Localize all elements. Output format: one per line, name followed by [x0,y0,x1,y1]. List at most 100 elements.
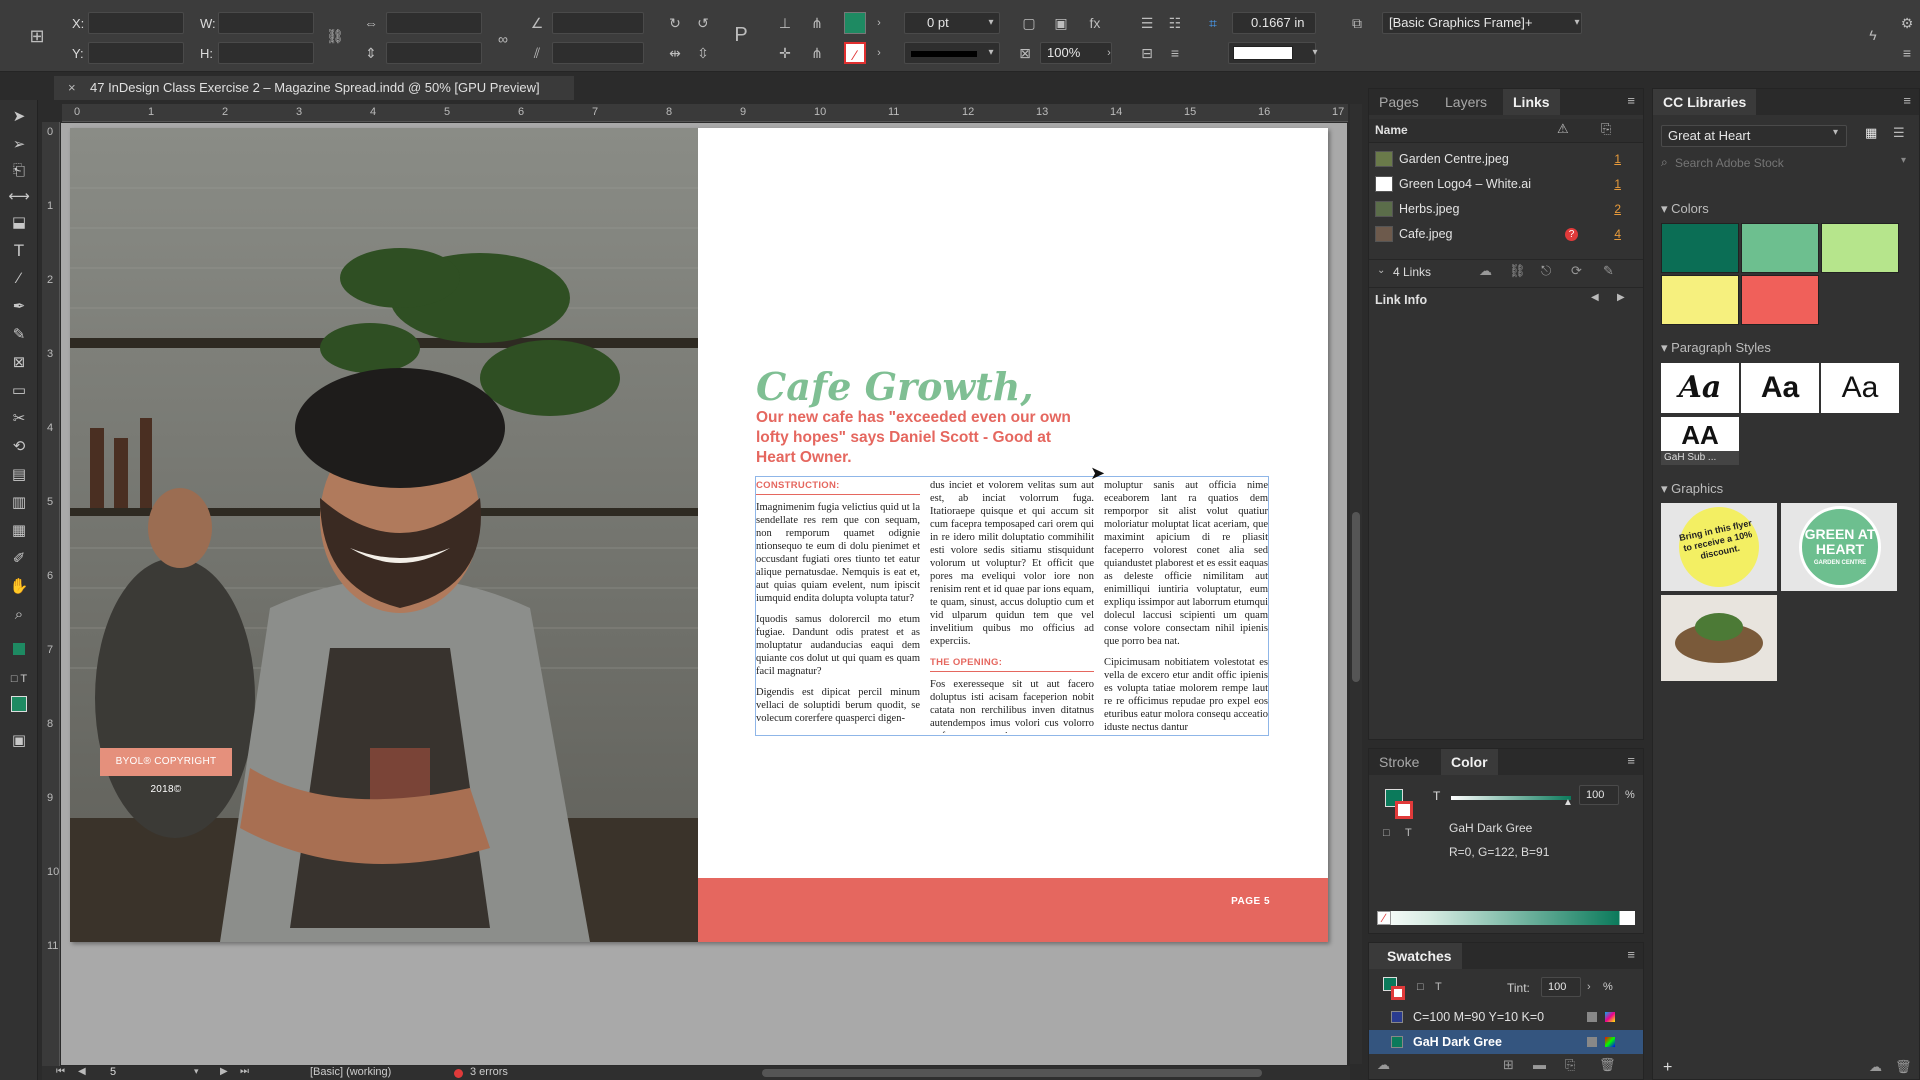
panel-menu-icon[interactable]: ≡ [1903,93,1911,108]
paragraph-styles-section-header[interactable]: ▾ Paragraph Styles [1661,340,1771,356]
previous-icon[interactable]: ◀ [1591,292,1599,303]
color-ramp[interactable]: ∕ [1377,911,1635,925]
rectangle-frame-tool-icon[interactable]: ⊠ [8,352,30,374]
container-icon[interactable]: □ [1417,981,1424,993]
body-column-2[interactable]: dus inciet et volorem velitas sum aut es… [930,479,1094,733]
chevron-right-icon[interactable]: › [868,12,890,34]
chevron-right-icon[interactable]: › [868,42,890,64]
page-column-icon[interactable]: ⎘ [1601,121,1611,137]
content-collector-icon[interactable]: ⬓ [8,212,30,234]
rotate-ccw-icon[interactable]: ↺ [692,12,714,34]
link-page[interactable]: 4 [1614,222,1621,246]
swatch-row-selected[interactable]: GaH Dark Gree [1369,1030,1643,1054]
link-page[interactable]: 1 [1614,147,1621,171]
tab-links[interactable]: Links [1503,89,1560,115]
paragraph-style-tile[interactable]: AA GaH Sub ... [1661,417,1739,465]
cloud-icon[interactable]: ☁ [1479,263,1492,279]
shear-field[interactable] [552,42,644,64]
close-icon[interactable]: × [68,76,76,100]
relink-icon[interactable]: ⛓ [1509,263,1526,279]
link-row[interactable]: Green Logo4 – White.ai 1 [1369,172,1643,196]
graphics-section-header[interactable]: ▾ Graphics [1661,481,1723,497]
list-view-icon[interactable]: ☰ [1893,125,1905,141]
pen-tool-icon[interactable]: ✒ [8,296,30,318]
trash-icon[interactable]: 🗑 [1895,1059,1912,1075]
screen-mode-icon[interactable]: ▣ [8,730,30,752]
offset-field[interactable]: 0.1667 in [1232,12,1316,34]
chevron-right-icon[interactable]: › [1587,981,1591,993]
update-link-icon[interactable]: ⟳ [1571,263,1582,279]
chevron-down-icon[interactable]: ▾ [980,42,1002,64]
library-select[interactable]: Great at Heart [1661,125,1847,147]
link-page[interactable]: 1 [1614,172,1621,196]
library-color-swatch[interactable] [1661,275,1739,325]
graphic-tile-food[interactable] [1661,595,1777,681]
cloud-icon[interactable]: ☁ [1377,1057,1390,1073]
select-next-icon[interactable]: ⋔ [806,42,828,64]
page-number-field[interactable]: 5 [110,1066,116,1078]
object-style-icon[interactable]: ⧉ [1346,12,1368,34]
tab-layers[interactable]: Layers [1435,89,1497,115]
subhead[interactable]: Our new cafe has "exceeded even our own … [756,408,1076,468]
none-swatch-icon[interactable]: ∕ [1377,911,1391,925]
rotate-icon[interactable]: ∠ [526,12,548,34]
pencil-tool-icon[interactable]: ✎ [8,324,30,346]
new-swatch-icon[interactable]: ⎘ [1565,1057,1575,1073]
missing-link-icon[interactable]: ? [1565,228,1578,241]
library-color-swatch[interactable] [1821,223,1899,273]
free-transform-tool-icon[interactable]: ⟲ [8,436,30,458]
flip-vertical-icon[interactable]: ⇳ [692,42,714,64]
formatting-container-icon[interactable]: □ T [8,668,30,690]
object-style-select[interactable]: [Basic Graphics Frame]+ [1382,12,1582,34]
paragraph-style-tile[interactable]: Aa [1821,363,1899,413]
gear-icon[interactable]: ⚙ [1896,12,1918,34]
chevron-down-icon[interactable]: ▾ [980,12,1002,34]
tab-pages[interactable]: Pages [1369,89,1429,115]
zoom-tool-icon[interactable]: ⌕ [8,604,30,626]
chevron-down-icon[interactable]: ▾ [1833,127,1838,138]
cafe-photo[interactable]: BYOL® COPYRIGHT 2018© [70,128,698,942]
body-column-3[interactable]: moluptur sanis aut officia nime eceabore… [1104,479,1268,733]
note-tool-icon[interactable]: ▦ [8,520,30,542]
new-color-group-icon[interactable]: ⊞ [1503,1057,1514,1073]
graphic-tile-logo[interactable]: GREEN AT HEART GARDEN CENTRE [1781,503,1897,591]
selection-tool-icon[interactable]: ➤ [8,106,30,128]
text-icon[interactable]: T [1435,981,1442,993]
frame-fitting-icon[interactable]: ▢ [1018,12,1040,34]
stroke-style-field[interactable] [1228,42,1316,64]
text-format-icon[interactable]: T [1433,789,1440,803]
path-type-icon[interactable]: P [730,24,752,46]
rectangle-tool-icon[interactable]: ▭ [8,380,30,402]
trash-icon[interactable]: 🗑 [1599,1057,1616,1073]
right-page[interactable]: Cafe Growth, Our new cafe has "exceeded … [698,128,1328,942]
chevron-down-icon[interactable]: ▾ [1304,42,1326,64]
fill-swatch-icon[interactable] [844,12,866,34]
library-color-swatch[interactable] [1661,223,1739,273]
select-prev-icon[interactable]: ⋔ [806,12,828,34]
slider-handle-icon[interactable]: ▲ [1563,797,1573,808]
type-tool-icon[interactable]: T [8,240,30,262]
tab-stroke[interactable]: Stroke [1369,749,1429,775]
scale-y-icon[interactable]: ⇕ [360,42,382,64]
panel-menu-icon[interactable]: ≡ [1627,753,1635,768]
gradient-swatch-tool-icon[interactable]: ▤ [8,464,30,486]
gradient-feather-tool-icon[interactable]: ▥ [8,492,30,514]
horizontal-ruler[interactable]: 0 1 2 3 4 5 6 7 8 9 10 11 12 13 14 15 16 17 [62,104,1348,122]
select-content-icon[interactable]: ✛ [774,42,796,64]
y-field[interactable] [88,42,184,64]
page-tool-icon[interactable]: ⎗ [8,160,30,182]
document-tab[interactable]: × 47 InDesign Class Exercise 2 – Magazin… [54,76,574,100]
select-container-icon[interactable]: ⊥ [774,12,796,34]
paragraph-style-tile[interactable]: Aa [1661,363,1739,413]
link-row[interactable]: Cafe.jpeg ? 4 [1369,222,1643,246]
library-color-swatch[interactable] [1741,275,1819,325]
rotate-cw-icon[interactable]: ↻ [664,12,686,34]
chevron-down-icon[interactable]: ▾ [1566,12,1588,34]
goto-link-icon[interactable]: ⎋ [1541,263,1551,279]
prev-page-icon[interactable]: ◀ [78,1066,86,1077]
scale-x-icon[interactable]: ⇔ [360,12,382,34]
graphic-tile-flyer[interactable]: Bring in this flyer to receive a 10% dis… [1661,499,1777,595]
first-page-icon[interactable]: ⏮ [56,1066,65,1077]
direct-selection-tool-icon[interactable]: ➢ [8,134,30,156]
tab-color[interactable]: Color [1441,749,1498,775]
